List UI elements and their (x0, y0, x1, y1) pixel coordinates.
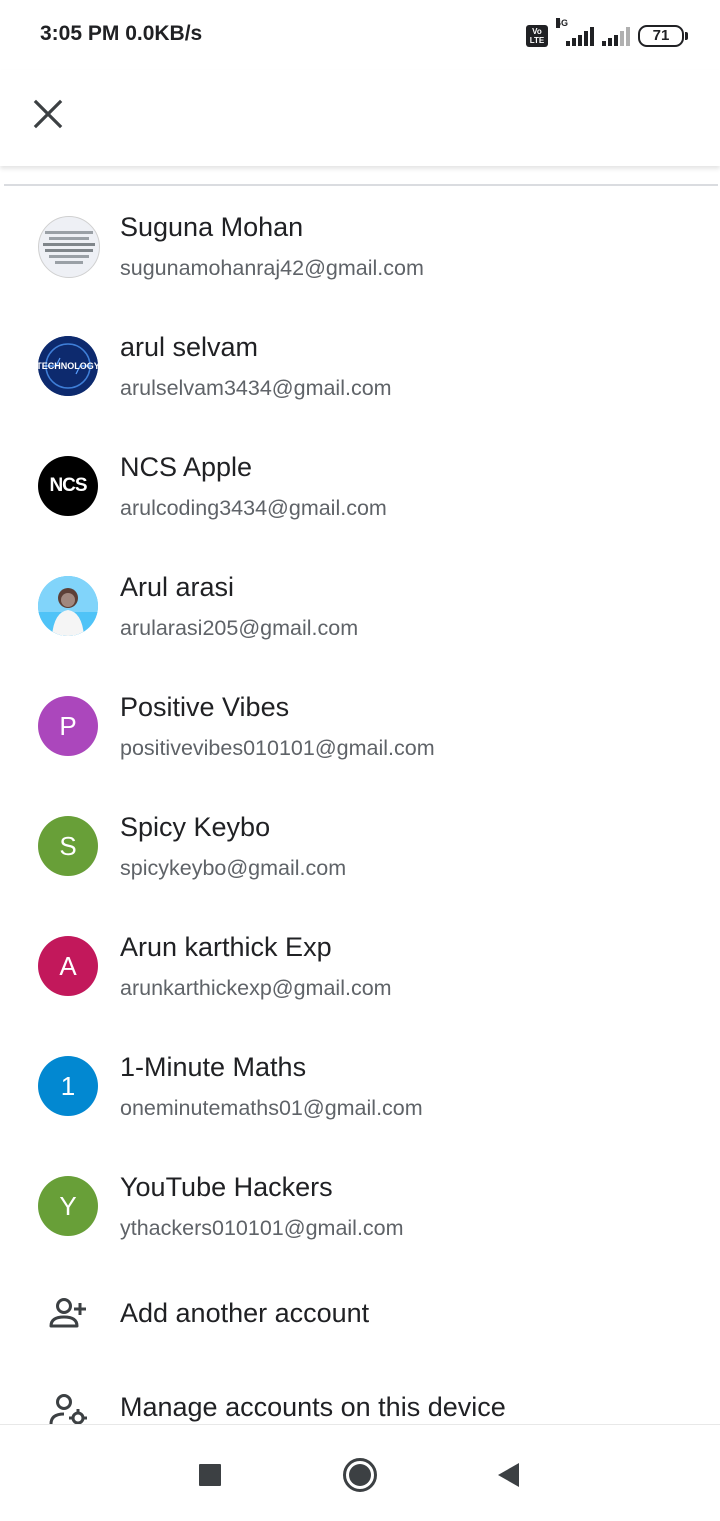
avatar: 1 (38, 1056, 98, 1116)
signal-sim2-icon (602, 26, 630, 46)
close-icon (33, 99, 63, 129)
avatar-letter: P (59, 710, 77, 741)
add-account-label: Add another account (120, 1298, 370, 1328)
avatar-logo-text: NCS (49, 475, 87, 496)
account-item[interactable]: Arul arasi arularasi205@gmail.com (0, 546, 720, 666)
navigation-bar (0, 1424, 720, 1521)
account-item[interactable]: NCS NCS Apple arulcoding3434@gmail.com (0, 426, 720, 546)
account-item[interactable]: TECHNOLOGY arul selvam arulselvam3434@gm… (0, 306, 720, 426)
account-name: arul selvam (120, 332, 259, 362)
account-item[interactable]: Suguna Mohan sugunamohanraj42@gmail.com (0, 186, 720, 306)
close-button[interactable] (24, 90, 72, 138)
avatar-image (39, 217, 99, 277)
square-icon (199, 1464, 221, 1486)
account-email: arunkarthickexp@gmail.com (120, 976, 392, 1000)
avatar (38, 576, 98, 636)
account-name: Arul arasi (120, 572, 235, 602)
account-email: arulcoding3434@gmail.com (120, 496, 387, 520)
person-add-icon (49, 1298, 86, 1328)
avatar-letter: Y (59, 1190, 77, 1221)
home-button[interactable] (338, 1453, 382, 1497)
account-item[interactable]: Y YouTube Hackers ythackers010101@gmail.… (0, 1146, 720, 1266)
avatar: S (38, 816, 98, 876)
manage-accounts-icon (49, 1394, 87, 1424)
volte-icon: Vo LTE (526, 25, 548, 47)
back-button[interactable] (486, 1453, 530, 1497)
circle-icon (343, 1458, 377, 1492)
avatar-letter: S (59, 830, 77, 861)
account-item[interactable]: S Spicy Keybo spicykeybo@gmail.com (0, 786, 720, 906)
account-email: ythackers010101@gmail.com (120, 1216, 404, 1240)
signal-4g-icon: 4G (556, 18, 594, 46)
top-bar (0, 70, 720, 166)
recents-button[interactable] (188, 1453, 232, 1497)
account-name: NCS Apple (120, 452, 253, 482)
battery-icon: 71 (638, 25, 688, 47)
account-email: positivevibes010101@gmail.com (120, 736, 435, 760)
avatar (38, 216, 100, 278)
account-name: 1-Minute Maths (120, 1052, 307, 1082)
avatar-image (38, 576, 98, 636)
manage-accounts-label: Manage accounts on this device (120, 1392, 506, 1422)
status-bar: 3:05 PM 0.0KB/s Vo LTE 4G 71 (0, 0, 720, 70)
account-email: spicykeybo@gmail.com (120, 856, 347, 880)
add-account-button[interactable]: Add another account (0, 1268, 720, 1358)
account-name: Positive Vibes (120, 692, 290, 722)
triangle-back-icon (498, 1463, 519, 1487)
avatar: NCS (38, 456, 98, 516)
account-item[interactable]: P Positive Vibes positivevibes010101@gma… (0, 666, 720, 786)
account-email: arulselvam3434@gmail.com (120, 376, 392, 400)
account-name: Arun karthick Exp (120, 932, 332, 962)
status-icons: Vo LTE 4G 71 (526, 18, 688, 50)
avatar-logo-text: TECHNOLOGY (38, 361, 98, 371)
network-type-label: 4G (556, 18, 569, 28)
avatar: Y (38, 1176, 98, 1236)
account-name: Spicy Keybo (120, 812, 271, 842)
avatar: A (38, 936, 98, 996)
avatar: TECHNOLOGY (38, 336, 98, 396)
avatar-letter: A (59, 950, 77, 981)
account-item[interactable]: 1 1-Minute Maths oneminutemaths01@gmail.… (0, 1026, 720, 1146)
account-email: arularasi205@gmail.com (120, 616, 359, 640)
avatar-letter: 1 (60, 1070, 76, 1101)
account-email: oneminutemaths01@gmail.com (120, 1096, 423, 1120)
account-item[interactable]: A Arun karthick Exp arunkarthickexp@gmai… (0, 906, 720, 1026)
manage-accounts-button[interactable]: Manage accounts on this device (0, 1364, 720, 1424)
account-name: Suguna Mohan (120, 212, 304, 242)
account-name: YouTube Hackers (120, 1172, 333, 1202)
account-email: sugunamohanraj42@gmail.com (120, 256, 424, 280)
avatar: P (38, 696, 98, 756)
status-time: 3:05 PM 0.0KB/s (40, 22, 203, 45)
